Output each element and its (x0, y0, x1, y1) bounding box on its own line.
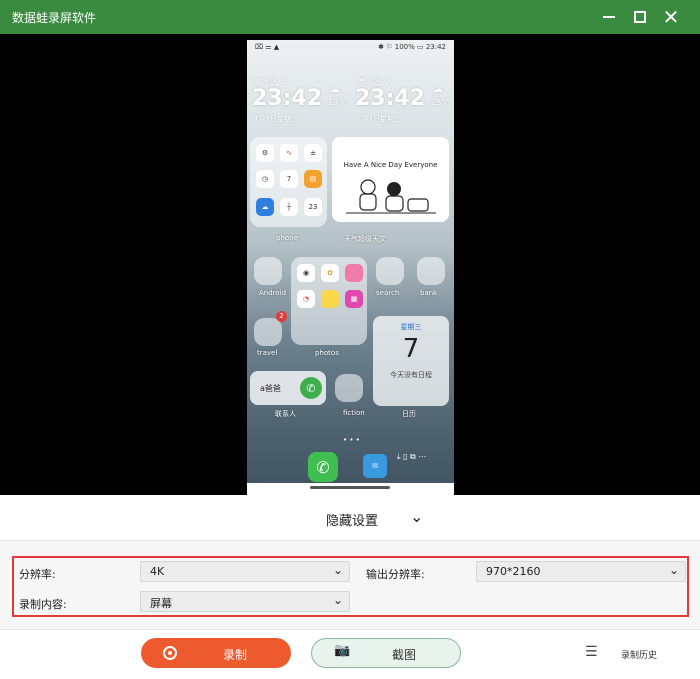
folder-label-photos: photos (315, 349, 339, 357)
themes-icon: ▦ (345, 290, 363, 308)
clock-date: 7月7日星期三 (254, 115, 298, 123)
weather-icon: ☁ (330, 84, 340, 95)
status-left: ⌧ ⚌ ▲ (255, 43, 280, 51)
dock-phone-icon: ✆ (308, 452, 338, 482)
phone-status-bar: ⌧ ⚌ ▲ ✱ ⚐ 100% ▭ 23:42 (247, 40, 454, 54)
record-content-value: 屏幕 (150, 597, 172, 610)
doodle-illustration-icon (346, 179, 436, 214)
folder-label-travel: travel (257, 349, 278, 357)
hide-settings-label: 隐藏设置 (326, 514, 379, 529)
weather-app-icon: ☁ (256, 198, 274, 216)
camera-icon: 📷 (334, 643, 351, 658)
gallery-icon: ✿ (321, 264, 339, 282)
folder-search (376, 257, 404, 285)
clock-time: 23:42 (355, 86, 426, 111)
folder-label-phone: phone (276, 234, 298, 242)
clock-time: 23:42 (252, 86, 323, 111)
call-icon: ✆ (300, 377, 322, 399)
settings-panel: 分辨率: 4K ⌄ 输出分辨率: 970*2160 ⌄ 录制内容: 屏幕 ⌄ (0, 540, 700, 630)
chevron-down-icon: ⌄ (668, 563, 679, 577)
calendar-app-icon: 7 (280, 170, 298, 188)
folder-label-bank: bank (420, 289, 438, 297)
clock-temp: 19℃ (328, 98, 348, 107)
close-button[interactable]: ✕ (657, 4, 685, 30)
screenshot-label: 截图 (392, 648, 417, 662)
home-indicator (310, 486, 390, 489)
calendar-widget: 星期三 7 今天没有日程 (373, 316, 449, 406)
date-icon: 23 (304, 198, 322, 216)
output-resolution-value: 970*2160 (486, 565, 541, 578)
ruler-icon: ┼ (280, 198, 298, 216)
record-content-select[interactable]: 屏幕 ⌄ (140, 591, 350, 612)
calculator-icon: ± (304, 144, 322, 162)
nice-day-text: Have A Nice Day Everyone (343, 161, 438, 169)
clock-icon: ◷ (256, 170, 274, 188)
folder-travel (254, 318, 282, 346)
folder-photos: ◉ ✿ ◔ ▦ (291, 257, 367, 345)
folder-bank (417, 257, 445, 285)
notes-icon: ▤ (304, 170, 322, 188)
maximize-icon (634, 11, 646, 23)
record-label: 录制 (223, 648, 248, 662)
record-button[interactable]: 录制 (141, 638, 291, 668)
screenshot-button[interactable]: 📷 截图 (311, 638, 461, 668)
phone-screen-preview: ⌧ ⚌ ▲ ✱ ⚐ 100% ▭ 23:42 湖州区 ⌂ 23:42 ☁ 19℃… (247, 40, 454, 495)
list-icon[interactable]: ☰ (585, 644, 598, 660)
preview-area: ⌧ ⚌ ▲ ✱ ⚐ 100% ▭ 23:42 湖州区 ⌂ 23:42 ☁ 19℃… (0, 34, 700, 495)
label-contacts: 联系人 (275, 410, 296, 418)
minimize-icon (603, 16, 615, 18)
settings-icon: ⚙ (256, 144, 274, 162)
note-app-icon (321, 290, 339, 308)
contact-widget: a爸爸 ✆ (250, 371, 326, 405)
phone-nav-bar (247, 483, 454, 495)
action-bar: 录制 📷 截图 ☰ 录制历史 (0, 630, 700, 679)
label-calendar: 日历 (402, 410, 416, 418)
widget-label: 天气超级天文 (344, 235, 386, 243)
record-icon (163, 646, 177, 660)
close-icon: ✕ (662, 5, 680, 29)
page-indicator: • • • (343, 436, 360, 444)
minimize-button[interactable] (595, 4, 623, 30)
folder-label-fiction: fiction (343, 409, 365, 417)
maximize-button[interactable] (626, 4, 654, 30)
output-resolution-select[interactable]: 970*2160 ⌄ (476, 561, 686, 582)
record-content-label: 录制内容: (19, 598, 67, 611)
status-right: ✱ ⚐ 100% ▭ 23:42 (378, 43, 446, 51)
calendar-weekday: 星期三 (400, 323, 422, 331)
contact-name: a爸爸 (260, 384, 281, 393)
dock-message-icon: ✉ (363, 454, 387, 478)
clock-temp: 25℃ (431, 98, 451, 107)
weather-icon: ☁ (433, 84, 443, 95)
beauty-icon (345, 264, 363, 282)
title-bar: 数据蛙录屏软件 ✕ (0, 0, 700, 34)
folder-label-android: Android (259, 289, 287, 297)
resolution-select[interactable]: 4K ⌄ (140, 561, 350, 582)
folder-fiction (335, 374, 363, 402)
recorder-icon: ∿ (280, 144, 298, 162)
clock-date: 7月7日星期三 (357, 115, 401, 123)
chevron-down-icon[interactable]: ⌄ (410, 507, 423, 526)
video-icon: ◔ (297, 290, 315, 308)
notification-badge: 2 (276, 311, 287, 322)
camera-icon: ◉ (297, 264, 315, 282)
nice-day-widget: Have A Nice Day Everyone (332, 137, 449, 222)
window-title: 数据蛙录屏软件 (12, 11, 97, 25)
folder-label-search: search (376, 289, 400, 297)
calendar-day: 7 (402, 334, 420, 364)
record-history-link[interactable]: 录制历史 (621, 648, 657, 661)
folder-phone: ⚙ ∿ ± ◷ 7 ▤ ☁ ┼ 23 (250, 137, 327, 227)
resolution-label: 分辨率: (19, 568, 56, 581)
folder-android (254, 257, 282, 285)
chevron-down-icon: ⌄ (332, 593, 343, 607)
output-resolution-label: 输出分辨率: (366, 568, 425, 581)
chevron-down-icon: ⌄ (332, 563, 343, 577)
hide-settings-bar[interactable]: 隐藏设置 ⌄ (0, 495, 700, 540)
dock-tools-icon: ⤓ ▯ ⧉ ⋯ (397, 452, 427, 461)
resolution-value: 4K (150, 565, 165, 578)
calendar-events: 今天没有日程 (390, 371, 432, 379)
